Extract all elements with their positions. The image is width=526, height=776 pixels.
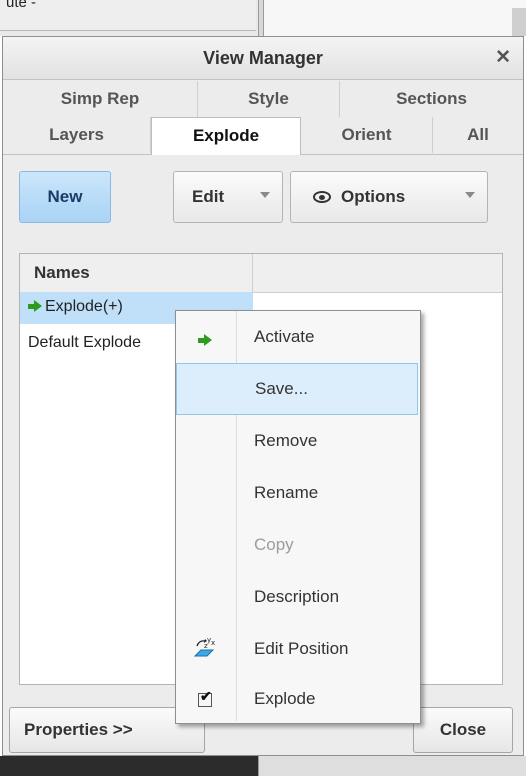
- background-panel: [258, 756, 526, 776]
- menu-item-label: Explode: [254, 689, 316, 708]
- menu-item-description[interactable]: Description: [176, 571, 418, 623]
- edit-position-glyph: y x z: [193, 636, 215, 657]
- tab-style[interactable]: Style: [198, 81, 340, 117]
- menu-item-label: Activate: [254, 327, 315, 346]
- dialog-title: View Manager: [203, 48, 323, 68]
- edit-button-label: Edit: [192, 187, 225, 206]
- chevron-down-icon: [465, 192, 475, 198]
- edit-position-icon: y x z: [193, 636, 216, 658]
- list-item-text: Explode(+): [45, 298, 123, 315]
- toolbar: New Edit Options: [3, 155, 523, 233]
- menu-item-label: Edit Position: [254, 639, 349, 658]
- svg-text:z: z: [204, 642, 208, 650]
- context-menu: Activate Save... Remove Rename Copy Desc…: [175, 310, 421, 724]
- list-item-label: Explode(+): [28, 298, 123, 316]
- background-panel-edge: [512, 8, 526, 36]
- background-taskbar: [0, 756, 258, 776]
- green-arrow-shape: [198, 334, 212, 346]
- options-button-label: Options: [341, 187, 406, 206]
- background-cell: ute -: [0, 0, 109, 31]
- checkbox-checked-icon: ✔: [198, 689, 220, 711]
- menu-item-edit-position[interactable]: y x z Edit Position: [176, 623, 418, 675]
- green-arrow-icon: [28, 300, 42, 312]
- menu-item-label: Remove: [254, 431, 318, 450]
- menu-item-label: Copy: [254, 535, 294, 554]
- background-cell-text: ute -: [6, 0, 37, 11]
- check-mark-icon: ✔: [200, 688, 212, 704]
- menu-item-remove[interactable]: Remove: [176, 415, 418, 467]
- tab-explode[interactable]: Explode: [151, 117, 301, 155]
- tabs-row-top: Simp Rep Style Sections: [3, 81, 523, 117]
- close-icon[interactable]: ✕: [495, 46, 511, 69]
- tab-simp-rep[interactable]: Simp Rep: [3, 81, 198, 117]
- tab-sections[interactable]: Sections: [340, 81, 523, 117]
- column-divider[interactable]: [252, 254, 253, 292]
- tab-orient[interactable]: Orient: [301, 117, 433, 153]
- menu-item-label: Rename: [254, 483, 319, 502]
- splitter-handle[interactable]: [258, 0, 264, 38]
- list-header: Names: [20, 254, 502, 293]
- list-item-text: Default Explode: [28, 334, 141, 351]
- tab-layers[interactable]: Layers: [3, 117, 151, 153]
- edit-dropdown-button[interactable]: Edit: [173, 171, 283, 223]
- menu-item-rename[interactable]: Rename: [176, 467, 418, 519]
- options-dropdown-button[interactable]: Options: [290, 171, 488, 223]
- chevron-down-icon: [260, 192, 270, 198]
- menu-item-save[interactable]: Save...: [176, 363, 418, 415]
- menu-item-label: Description: [254, 587, 340, 606]
- column-header-names[interactable]: Names: [34, 263, 90, 283]
- svg-text:x: x: [211, 639, 215, 647]
- dialog-titlebar[interactable]: View Manager ✕: [3, 37, 523, 80]
- background-cell: [108, 0, 256, 31]
- new-button[interactable]: New: [19, 171, 111, 223]
- tab-all[interactable]: All: [433, 117, 523, 153]
- tabs-row-bottom: Layers Explode Orient All: [3, 117, 523, 155]
- background-panel: [264, 0, 526, 36]
- menu-item-label: Save...: [255, 379, 308, 398]
- menu-item-explode[interactable]: ✔ Explode: [176, 673, 418, 725]
- menu-item-activate[interactable]: Activate: [176, 311, 418, 363]
- eye-icon: [313, 191, 331, 203]
- menu-item-copy[interactable]: Copy: [176, 519, 418, 571]
- new-button-label: New: [47, 187, 83, 206]
- close-button[interactable]: Close: [413, 707, 513, 753]
- green-arrow-icon: [198, 332, 212, 346]
